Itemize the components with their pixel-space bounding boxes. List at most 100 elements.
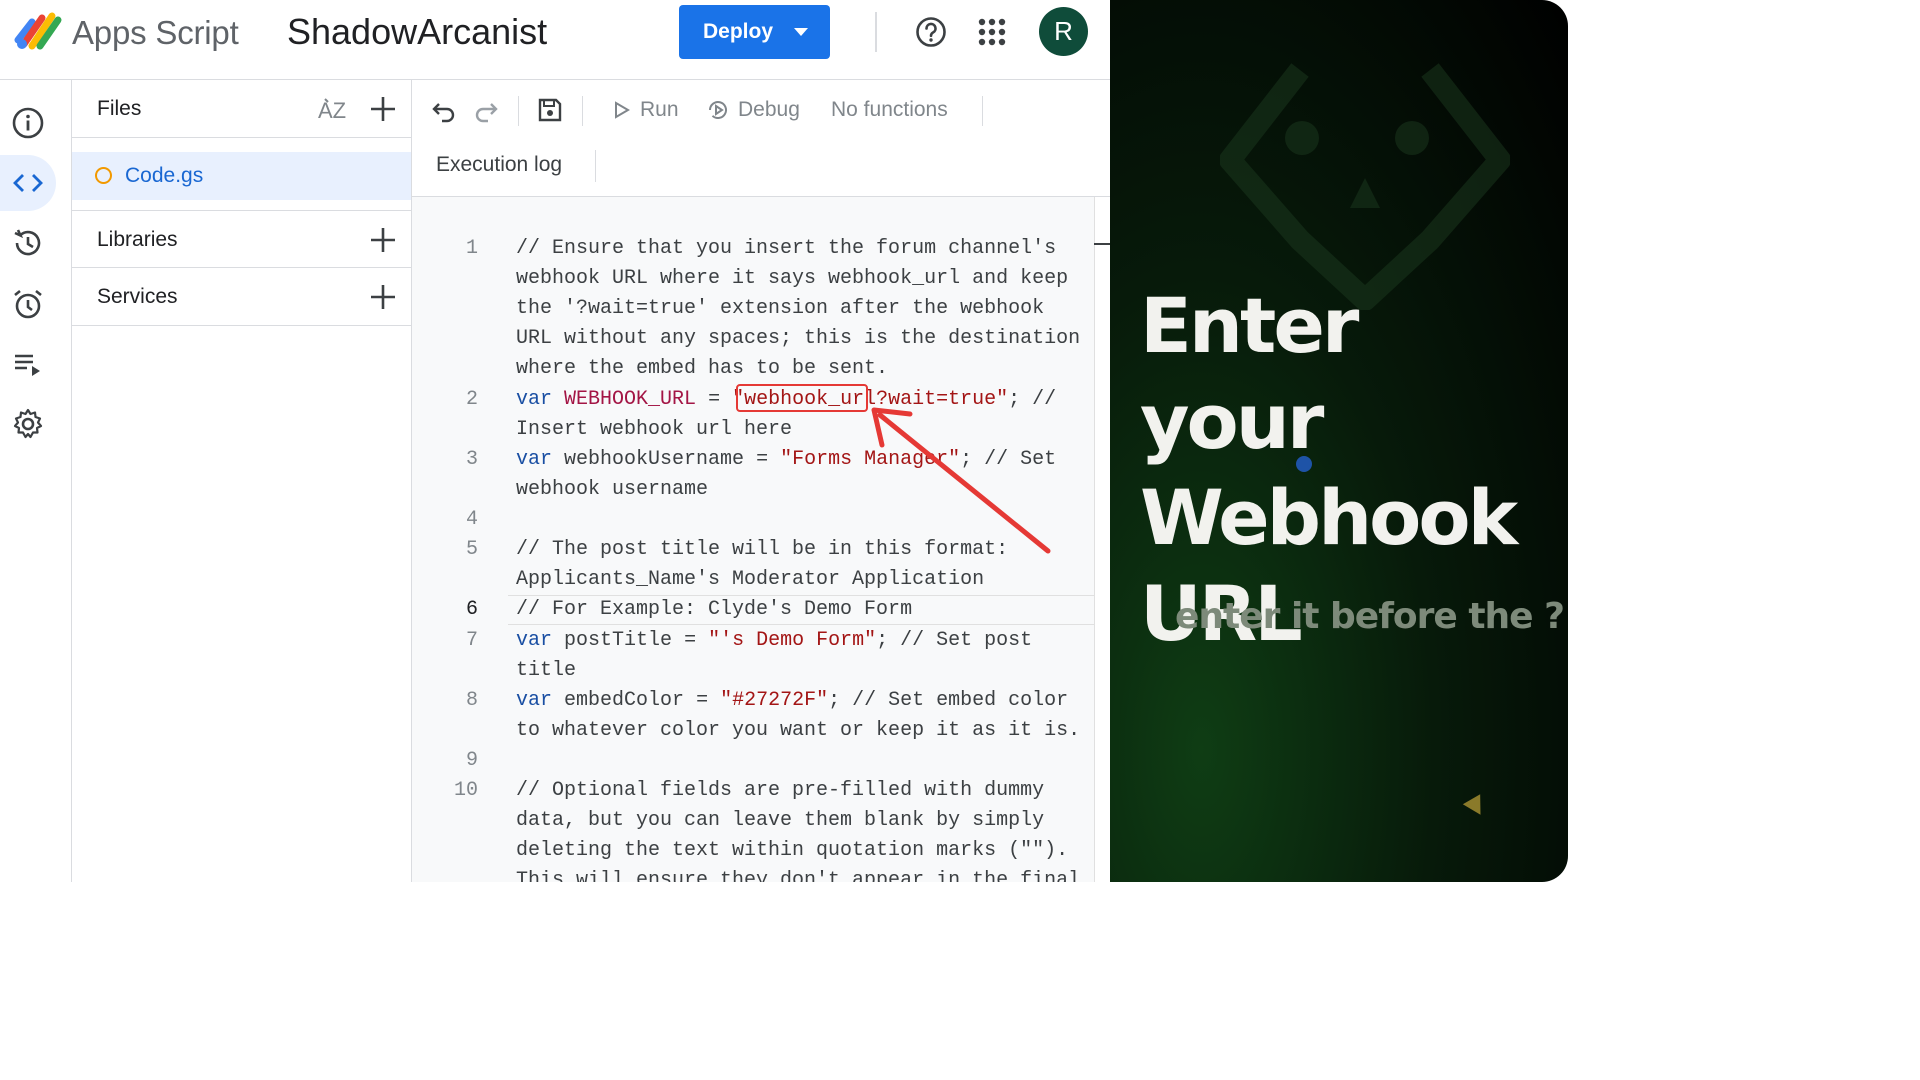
file-name: Code.gs [125, 164, 204, 187]
services-label: Services [97, 285, 178, 308]
code-text: URL without any spaces; this is the dest… [516, 327, 1081, 350]
keyword: var [516, 629, 553, 652]
app-name: Apps Script [72, 14, 239, 51]
line-number: 4 [465, 508, 478, 531]
operator: = [744, 448, 781, 471]
redo-icon [475, 103, 498, 123]
string-literal: "#27272F" [720, 689, 829, 712]
add-library-icon[interactable] [369, 226, 397, 254]
overlay-subtitle: enter it before the ? [1175, 596, 1565, 637]
libraries-label: Libraries [97, 228, 178, 251]
settings-icon [13, 408, 43, 439]
headline-line: Enter your [1140, 281, 1359, 466]
run-button[interactable]: Run [612, 94, 679, 126]
left-rail [0, 80, 72, 882]
line-number: 9 [465, 749, 478, 772]
project-title[interactable]: ShadowArcanist [287, 11, 547, 53]
rail-executions[interactable] [0, 336, 56, 392]
rail-project-history[interactable] [0, 215, 56, 271]
rail-overview[interactable] [0, 95, 56, 151]
code-text: Insert webhook url here [516, 418, 793, 441]
keyword: var [516, 388, 553, 411]
code-text: var embedColor = "#27272F"; // Set embed… [516, 689, 1068, 712]
vertical-scrollbar[interactable] [1094, 197, 1110, 882]
debug-icon [709, 101, 727, 119]
line-number: 2 [465, 388, 478, 411]
keyword: var [516, 448, 553, 471]
triangle-icon [1462, 794, 1490, 820]
divider [582, 96, 583, 126]
code-text: the '?wait=true' extension after the web… [516, 297, 1045, 320]
rail-settings[interactable] [0, 396, 56, 452]
info-icon [12, 107, 44, 139]
divider [982, 96, 983, 126]
divider [518, 96, 519, 126]
function-select-label: No functions [831, 98, 948, 121]
avatar[interactable]: R [1039, 7, 1088, 56]
line-number: 8 [465, 689, 478, 712]
code-text: where the embed has to be sent. [516, 357, 889, 380]
comment: ; // Set embed color [828, 689, 1069, 712]
line-number: 7 [465, 629, 478, 652]
line-number: 10 [453, 779, 478, 802]
mascot-emblem-icon [1220, 63, 1510, 310]
line-number: 3 [465, 448, 478, 471]
save-button[interactable] [536, 94, 564, 126]
play-icon [615, 101, 630, 119]
apps-script-logo-icon[interactable] [14, 10, 64, 52]
files-header: Files AZ [72, 80, 411, 138]
code-editor[interactable]: 1 // Ensure that you insert the forum ch… [412, 197, 1110, 882]
code-text: This will ensure they don't appear in th… [516, 869, 1081, 882]
undo-icon [432, 103, 455, 123]
execution-log-button[interactable]: Execution log [436, 153, 562, 177]
code-text: to whatever color you want or keep it as… [516, 719, 1081, 742]
code-text: // For Example: Clyde's Demo Form [516, 598, 913, 621]
code-text: // Ensure that you insert the forum chan… [516, 237, 1057, 260]
deploy-button[interactable]: Deploy [679, 5, 830, 59]
libraries-row: Libraries [72, 210, 411, 268]
divider [595, 150, 596, 182]
function-select[interactable]: No functions [831, 94, 948, 126]
rail-editor[interactable] [0, 155, 56, 211]
save-icon [538, 98, 562, 122]
alarm-icon [14, 289, 42, 319]
code-text: data, but you can leave them blank by si… [516, 809, 1045, 832]
keyword: var [516, 689, 553, 712]
code-text: webhook username [516, 478, 709, 501]
line-number: 5 [465, 538, 478, 561]
svg-text:AZ: AZ [318, 98, 346, 123]
operator: = [672, 629, 709, 652]
scroll-marker [1094, 243, 1110, 245]
file-item-code-gs[interactable]: Code.gs [72, 152, 411, 200]
add-service-icon[interactable] [369, 283, 397, 311]
sort-az-icon[interactable]: AZ [317, 96, 351, 124]
variable-name: postTitle [564, 629, 673, 652]
code-text: var postTitle = "'s Demo Form"; // Set p… [516, 629, 1032, 652]
rail-triggers[interactable] [0, 276, 56, 332]
code-text: // Optional fields are pre-filled with d… [516, 779, 1045, 802]
tutorial-overlay-panel: Enter your Webhook URL enter it before t… [1110, 0, 1568, 882]
apps-grid-icon[interactable] [978, 18, 1006, 46]
variable-name: embedColor [564, 689, 685, 712]
deploy-label: Deploy [703, 20, 774, 43]
annotation-arrow-icon [871, 407, 1051, 554]
comment: ; // Set post [876, 629, 1033, 652]
line-number: 6 [465, 598, 478, 621]
redo-button[interactable] [472, 94, 500, 126]
top-bar: Apps Script ShadowArcanist Deploy R [0, 0, 1110, 80]
undo-button[interactable] [430, 94, 458, 126]
line-number: 1 [465, 237, 478, 260]
files-panel: Files AZ Code.gs Libraries Services [72, 80, 412, 882]
variable-name: WEBHOOK_URL [564, 388, 697, 411]
history-icon [14, 229, 41, 256]
operator: = [696, 388, 733, 411]
headline-line: Webhook [1140, 473, 1518, 562]
chevron-down-icon[interactable] [794, 28, 808, 36]
code-text: webhook URL where it says webhook_url an… [516, 267, 1069, 290]
cursor-dot [1296, 456, 1312, 472]
debug-button[interactable]: Debug [706, 94, 800, 126]
add-file-icon[interactable] [369, 95, 397, 123]
variable-name: webhookUsername [564, 448, 745, 471]
debug-label: Debug [738, 98, 800, 121]
help-icon[interactable] [915, 16, 947, 48]
